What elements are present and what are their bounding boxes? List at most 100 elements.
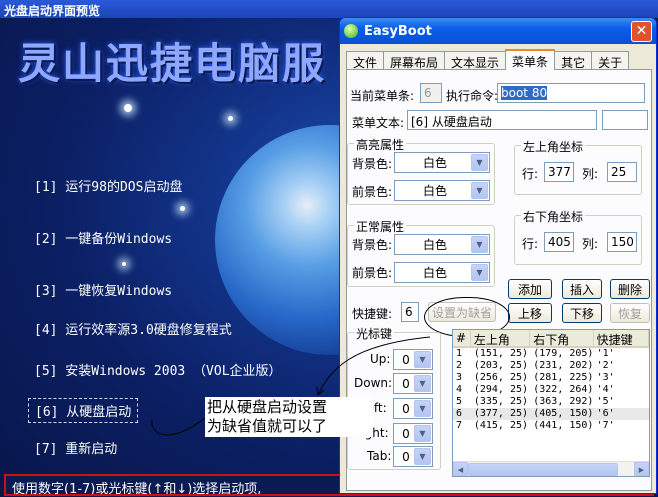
- normal-fg-label: 前景色:: [352, 266, 393, 280]
- menu-text-color-field[interactable]: [602, 110, 648, 130]
- sparkle-icon: [124, 104, 132, 112]
- row-index: 7: [456, 420, 463, 431]
- boot-menu-item-4[interactable]: [4] 运行效率源3.0硬盘修复程式: [34, 319, 232, 338]
- table-row[interactable]: 1 (151, 25) (179, 205) '1': [453, 348, 649, 360]
- row-shortcut: '5': [596, 396, 615, 407]
- top-left-col-field[interactable]: 25: [607, 162, 637, 182]
- row-index: 5: [456, 396, 463, 407]
- cursor-keys-title: 光标键: [354, 325, 395, 342]
- cursor-tab-label: Tab:: [367, 449, 392, 463]
- move-up-button[interactable]: 上移: [508, 303, 552, 323]
- bottom-right-row-field[interactable]: 405: [544, 232, 574, 252]
- chevron-down-icon[interactable]: ▼: [471, 154, 488, 171]
- bottom-right-coords-title: 右下角坐标: [521, 208, 586, 225]
- chevron-down-icon[interactable]: ▼: [414, 425, 431, 442]
- boot-menu-item-3[interactable]: [3] 一键恢复Windows: [34, 280, 172, 299]
- cursor-right-select[interactable]: 0 ▼: [393, 423, 433, 444]
- scroll-right-icon[interactable]: ▶: [634, 462, 649, 476]
- tab-other[interactable]: 其它: [554, 51, 593, 70]
- highlight-fg-select[interactable]: 白色 ▼: [394, 180, 490, 201]
- chevron-down-icon[interactable]: ▼: [471, 236, 488, 253]
- table-row[interactable]: 7 (415, 25) (441, 150) '7': [453, 420, 649, 432]
- normal-attributes-title: 正常属性: [354, 218, 407, 235]
- menu-text-field[interactable]: [6] 从硬盘启动: [407, 110, 597, 130]
- row-bottom-right: (281, 225): [533, 372, 594, 383]
- highlight-attributes-title: 高亮属性: [354, 136, 407, 153]
- tab-text-display[interactable]: 文本显示: [444, 51, 507, 70]
- table-row[interactable]: 5 (335, 25) (363, 292) '5': [453, 396, 649, 408]
- menu-text-label: 菜单文本:: [352, 116, 405, 130]
- top-left-row-label: 行:: [522, 167, 539, 181]
- insert-button[interactable]: 插入: [562, 279, 602, 299]
- tab-screen-layout[interactable]: 屏幕布局: [383, 51, 446, 70]
- tab-about[interactable]: 关于: [591, 51, 630, 70]
- table-row[interactable]: 2 (203, 25) (231, 202) '2': [453, 360, 649, 372]
- list-header-index[interactable]: #: [453, 330, 471, 346]
- cursor-right-value: 0: [402, 426, 410, 441]
- normal-fg-select[interactable]: 白色 ▼: [394, 262, 490, 283]
- tab-file[interactable]: 文件: [346, 51, 385, 70]
- list-header-bottom-right[interactable]: 右下角: [530, 330, 594, 347]
- bottom-right-col-field[interactable]: 150: [607, 232, 637, 252]
- chevron-down-icon[interactable]: ▼: [414, 351, 431, 368]
- row-bottom-right: (179, 205): [533, 348, 594, 359]
- normal-bg-label: 背景色:: [352, 238, 393, 252]
- normal-bg-select[interactable]: 白色 ▼: [394, 234, 490, 255]
- menu-item-list[interactable]: # 左上角 右下角 快捷键 1 (151, 25) (179, 205) '1' 2 (2…: [452, 329, 650, 477]
- current-item-field[interactable]: 6: [420, 83, 442, 103]
- boot-menu-item-1[interactable]: [1] 运行98的DOS启动盘: [34, 176, 182, 195]
- cursor-left-select[interactable]: 0 ▼: [393, 398, 433, 419]
- top-left-row-field[interactable]: 377: [544, 162, 574, 182]
- cursor-down-label: Down:: [354, 376, 393, 390]
- cursor-tab-value: 0: [402, 449, 410, 464]
- delete-button[interactable]: 删除: [610, 279, 650, 299]
- highlight-fg-value: 白色: [422, 184, 447, 198]
- list-header-shortcut[interactable]: 快捷键: [594, 330, 649, 347]
- scroll-left-icon[interactable]: ◀: [453, 462, 468, 476]
- exec-command-value: boot 80: [501, 86, 548, 100]
- move-down-button[interactable]: 下移: [562, 303, 602, 323]
- current-item-label: 当前菜单条:: [350, 89, 415, 103]
- annotation-callout: 把从硬盘启动设置 为缺省值就可以了: [205, 397, 373, 437]
- row-shortcut: '7': [596, 420, 615, 431]
- app-icon: [344, 24, 358, 38]
- cursor-tab-select[interactable]: 0 ▼: [393, 446, 433, 467]
- list-header-top-left[interactable]: 左上角: [471, 330, 531, 347]
- row-top-left: (203, 25): [473, 360, 529, 371]
- close-button[interactable]: ✕: [631, 20, 652, 42]
- scroll-thumb[interactable]: [468, 463, 618, 476]
- cursor-up-select[interactable]: 0 ▼: [393, 349, 433, 370]
- horizontal-scrollbar[interactable]: ◀ ▶: [453, 461, 649, 476]
- add-button[interactable]: 添加: [508, 279, 552, 299]
- tab-bar: 文件 屏幕布局 文本显示 菜单条 其它 关于: [346, 49, 630, 70]
- table-row[interactable]: 6 (377, 25) (405, 150) '6': [453, 408, 649, 420]
- window-title: EasyBoot: [364, 23, 432, 39]
- row-bottom-right: (405, 150): [533, 408, 594, 419]
- shortcut-field[interactable]: 6: [401, 302, 419, 322]
- table-row[interactable]: 3 (256, 25) (281, 225) '3': [453, 372, 649, 384]
- restore-button[interactable]: 恢复: [610, 303, 650, 323]
- chevron-down-icon[interactable]: ▼: [414, 375, 431, 392]
- boot-menu-item-5[interactable]: [5] 安装Windows 2003 （VOL企业版）: [34, 360, 282, 379]
- table-row[interactable]: 4 (294, 25) (322, 264) '4': [453, 384, 649, 396]
- chevron-down-icon[interactable]: ▼: [471, 264, 488, 281]
- exec-command-field[interactable]: boot 80: [497, 83, 645, 103]
- chevron-down-icon[interactable]: ▼: [414, 448, 431, 465]
- boot-menu-item-6[interactable]: [6] 从硬盘启动: [28, 398, 139, 423]
- tab-menu-items[interactable]: 菜单条: [505, 49, 556, 70]
- sparkle-icon: [180, 206, 185, 211]
- chevron-down-icon[interactable]: ▼: [414, 400, 431, 417]
- chevron-down-icon[interactable]: ▼: [471, 182, 488, 199]
- list-header: # 左上角 右下角 快捷键: [453, 330, 649, 348]
- preview-banner: 灵山迅捷电脑服: [18, 39, 327, 88]
- cursor-down-select[interactable]: 0 ▼: [393, 373, 433, 394]
- window-titlebar[interactable]: EasyBoot ✕: [340, 18, 656, 44]
- top-left-coords-title: 左上角坐标: [521, 138, 586, 155]
- row-bottom-right: (363, 292): [533, 396, 594, 407]
- boot-menu-item-7[interactable]: [7] 重新启动: [34, 438, 117, 457]
- highlight-bg-select[interactable]: 白色 ▼: [394, 152, 490, 173]
- row-top-left: (415, 25): [473, 420, 529, 431]
- row-shortcut: '2': [596, 360, 615, 371]
- row-index: 3: [456, 372, 463, 383]
- boot-menu-item-2[interactable]: [2] 一键备份Windows: [34, 228, 172, 247]
